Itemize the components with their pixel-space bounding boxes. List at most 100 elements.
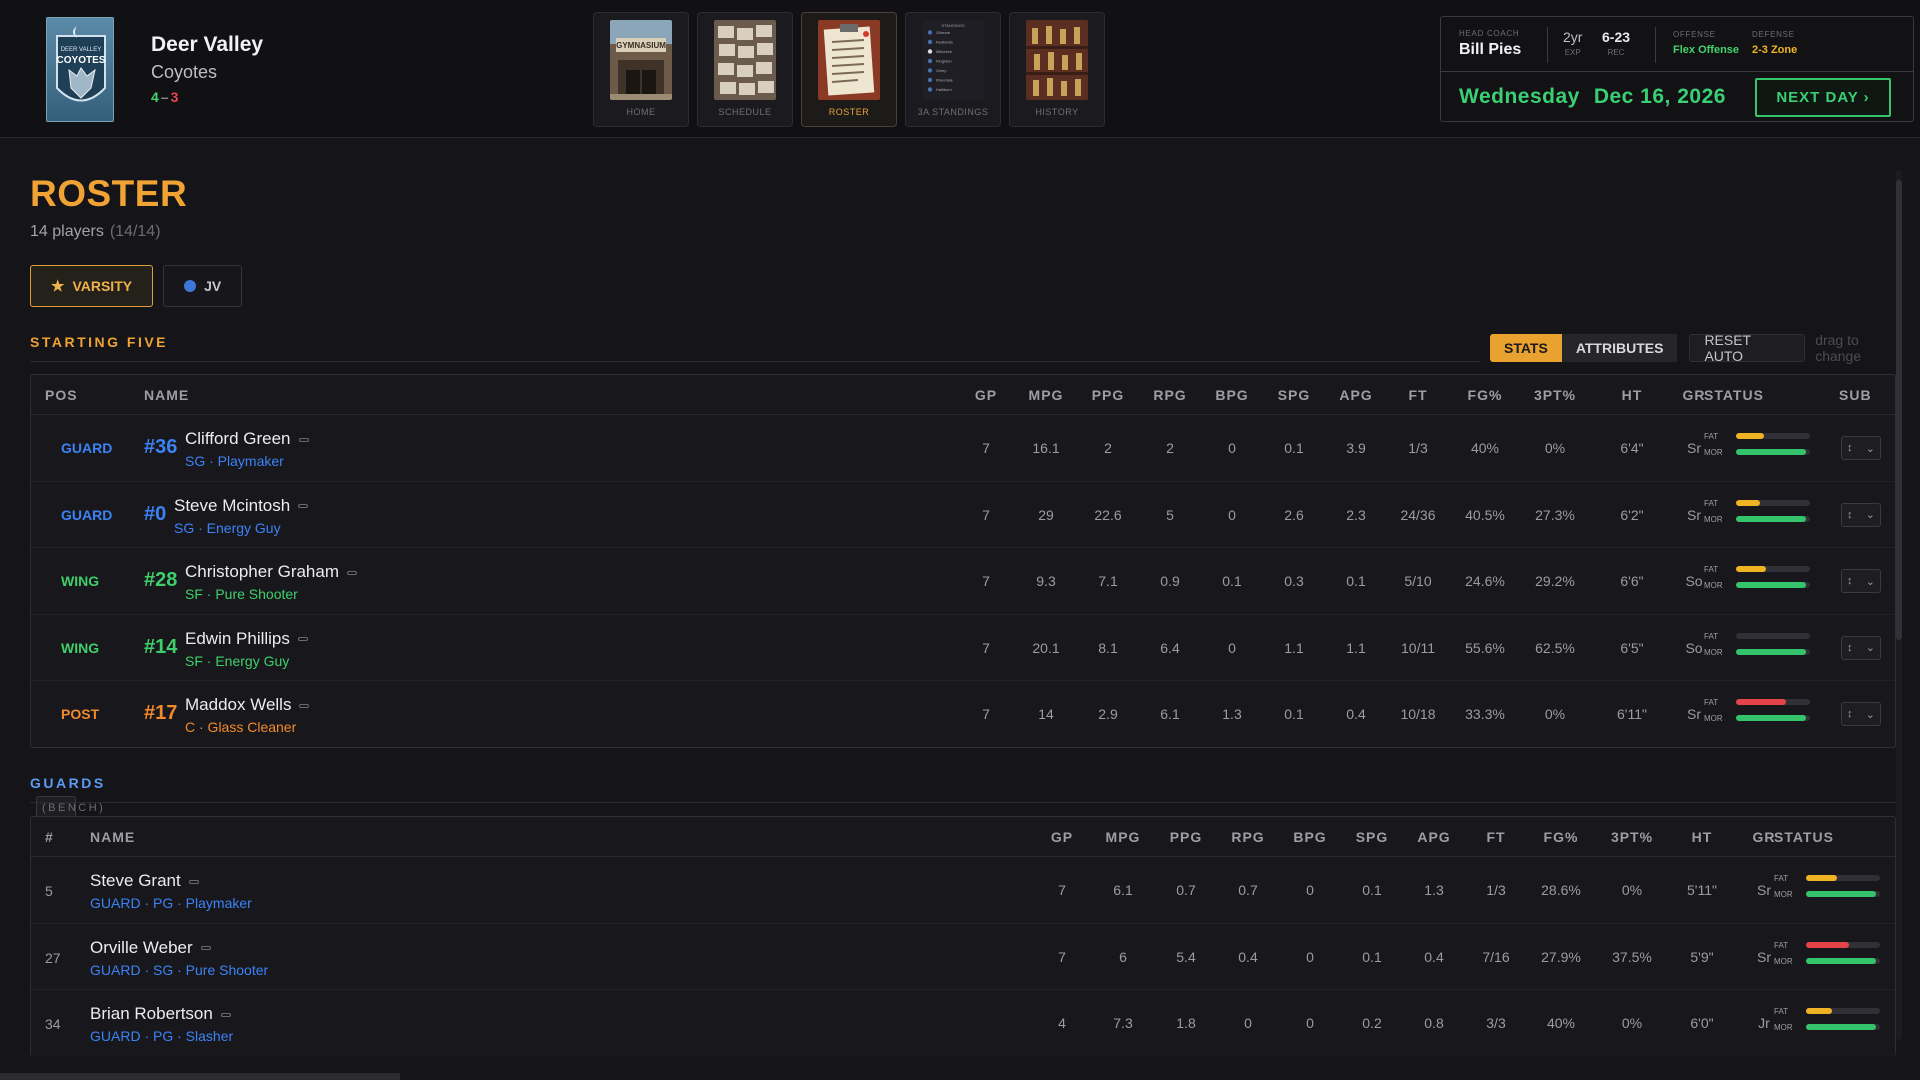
player-name-text[interactable]: Edwin Phillips [185, 629, 290, 648]
col-header-gp[interactable]: GP [1032, 829, 1092, 845]
team-info: Deer Valley Coyotes 4–3 [151, 33, 263, 105]
minus-icon[interactable] [188, 879, 199, 884]
stat-tp: 29.2% [1535, 573, 1575, 589]
reset-auto-button[interactable]: RESET AUTO [1689, 332, 1806, 364]
col-header-status[interactable]: STATUS [1704, 387, 1764, 403]
minus-icon[interactable] [298, 504, 309, 509]
morale-bar [1736, 715, 1810, 721]
player-name[interactable]: Steve Mcintosh [174, 496, 309, 516]
minus-icon[interactable] [298, 437, 309, 442]
col-header-3pt-pct[interactable]: 3PT% [1602, 829, 1662, 845]
col-header-ht[interactable]: HT [1602, 387, 1662, 403]
player-name-text[interactable]: Steve Mcintosh [174, 496, 290, 515]
col-header-num[interactable]: # [45, 829, 54, 845]
nav-tile-standings[interactable]: STANDINGS Gilmore Redlands Millcreek Kingsto… [905, 12, 1001, 127]
player-name[interactable]: Clifford Green [185, 429, 309, 449]
nav-tile-home[interactable]: GYMNASIUM HOME [593, 12, 689, 127]
coach-info: HEAD COACH Bill Pies 2yr EXP 6-23 REC OF… [1441, 17, 1913, 72]
stat-tp: 0% [1544, 440, 1566, 456]
col-header-mpg[interactable]: MPG [1093, 829, 1153, 845]
col-header-apg[interactable]: APG [1404, 829, 1464, 845]
table-row[interactable]: WING #14 Edwin Phillips SF · Energy Guy 7 20.… [31, 615, 1895, 681]
player-name-text[interactable]: Orville Weber [90, 938, 193, 957]
col-header-mpg[interactable]: MPG [1016, 387, 1076, 403]
player-name-text[interactable]: Brian Robertson [90, 1004, 213, 1023]
col-header-fg-pct[interactable]: FG% [1531, 829, 1591, 845]
table-row[interactable]: GUARD #36 Clifford Green SG · Playmaker 7 16.… [31, 415, 1895, 482]
col-header-status[interactable]: STATUS [1774, 829, 1834, 845]
sub-dropdown[interactable]: ↕ ⌄ [1841, 635, 1881, 660]
nav-tile-roster[interactable]: ROSTER [801, 12, 897, 127]
col-header-pos[interactable]: POS [45, 387, 78, 403]
col-header-ft[interactable]: FT [1466, 829, 1526, 845]
jersey-number: 5 [45, 883, 53, 899]
player-name-text[interactable]: Christopher Graham [185, 562, 339, 581]
table-row[interactable]: GUARD #0 Steve Mcintosh SG · Energy Guy 7 29 2… [31, 482, 1895, 548]
next-day-button[interactable]: NEXT DAY › [1755, 78, 1891, 117]
stat-ht: 6'11" [1617, 706, 1647, 722]
player-name-text[interactable]: Clifford Green [185, 429, 291, 448]
stat-ppg: 22.6 [1094, 506, 1122, 523]
player-name[interactable]: Christopher Graham [185, 562, 358, 582]
nav-tile-schedule[interactable]: SCHEDULE [697, 12, 793, 127]
stat-fg: 27.9% [1541, 948, 1581, 965]
defense-label: DEFENSE [1752, 30, 1795, 39]
table-row[interactable]: 27 Orville Weber GUARD · SG · Pure Shooter… [31, 924, 1895, 990]
player-role: SG · Energy Guy [174, 519, 281, 536]
table-row[interactable]: POST #17 Maddox Wells C · Glass Cleaner 7 14 2… [31, 681, 1895, 748]
col-header-name[interactable]: NAME [144, 387, 189, 403]
nav-tile-history[interactable]: HISTORY [1009, 12, 1105, 127]
col-header-bpg[interactable]: BPG [1280, 829, 1340, 845]
starters-table: POS NAME GP MPG PPG RPG BPG SPG APG FT FG% 3PT% HT GR… [30, 374, 1896, 748]
minus-icon[interactable] [220, 1012, 231, 1017]
chevron-down-icon: ⌄ [1865, 642, 1875, 654]
minus-icon[interactable] [347, 570, 358, 575]
table-row[interactable]: WING #28 Christopher Graham SF · Pure Shoot… [31, 548, 1895, 615]
col-header-rpg[interactable]: RPG [1218, 829, 1278, 845]
scrollbar-thumb[interactable] [1896, 180, 1902, 640]
stats-toggle[interactable]: STATS [1490, 334, 1562, 362]
player-name[interactable]: Brian Robertson [90, 1004, 231, 1024]
position-label: WING [61, 573, 100, 589]
divider [30, 802, 1896, 803]
col-header-ppg[interactable]: PPG [1078, 387, 1138, 403]
bench-table: # NAME GP MPG PPG RPG BPG SPG APG FT FG% 3PT% HT GR ST… [30, 816, 1896, 1056]
minus-icon[interactable] [200, 946, 211, 951]
vertical-scrollbar[interactable] [1896, 170, 1902, 1040]
player-name-text[interactable]: Steve Grant [90, 871, 181, 890]
sub-dropdown[interactable]: ↕ ⌄ [1841, 436, 1881, 460]
col-header-3pt-pct[interactable]: 3PT% [1525, 387, 1585, 403]
col-header-name[interactable]: NAME [90, 829, 135, 845]
col-header-ppg[interactable]: PPG [1156, 829, 1216, 845]
col-header-ft[interactable]: FT [1388, 387, 1448, 403]
col-header-spg[interactable]: SPG [1342, 829, 1402, 845]
minus-icon[interactable] [299, 703, 310, 708]
sub-dropdown[interactable]: ↕ ⌄ [1841, 569, 1881, 593]
col-header-bpg[interactable]: BPG [1202, 387, 1262, 403]
minus-icon[interactable] [297, 637, 308, 642]
col-header-apg[interactable]: APG [1326, 387, 1386, 403]
sub-dropdown[interactable]: ↕ ⌄ [1841, 502, 1881, 527]
col-header-ht[interactable]: HT [1672, 829, 1732, 845]
col-header-gp[interactable]: GP [956, 387, 1016, 403]
player-name[interactable]: Orville Weber [90, 938, 211, 958]
player-name[interactable]: Edwin Phillips [185, 629, 308, 649]
player-role: SG · Playmaker [185, 453, 284, 469]
col-header-rpg[interactable]: RPG [1140, 387, 1200, 403]
col-header-fg-pct[interactable]: FG% [1455, 387, 1515, 403]
sub-dropdown[interactable]: ↕ ⌄ [1841, 702, 1881, 726]
table-row[interactable]: 5 Steve Grant GUARD · PG · Playmaker 7 6.1 0.… [31, 857, 1895, 924]
player-name[interactable]: Maddox Wells [185, 695, 310, 715]
bench-title: GUARDS (BENCH) [30, 775, 106, 820]
team-record: 4–3 [151, 89, 263, 105]
tab-jv[interactable]: JV [163, 265, 243, 307]
tab-varsity[interactable]: ★ VARSITY [30, 265, 154, 307]
player-name-text[interactable]: Maddox Wells [185, 695, 291, 714]
horizontal-scrollbar[interactable] [0, 1073, 400, 1080]
attributes-toggle[interactable]: ATTRIBUTES [1561, 334, 1678, 362]
table-row[interactable]: 34 Brian Robertson GUARD · PG · Slasher 4 7.… [31, 990, 1895, 1057]
player-name[interactable]: Steve Grant [90, 871, 199, 891]
col-header-sub[interactable]: SUB [1839, 387, 1872, 403]
col-header-spg[interactable]: SPG [1264, 387, 1324, 403]
stat-ht: 6'5" [1620, 639, 1644, 656]
